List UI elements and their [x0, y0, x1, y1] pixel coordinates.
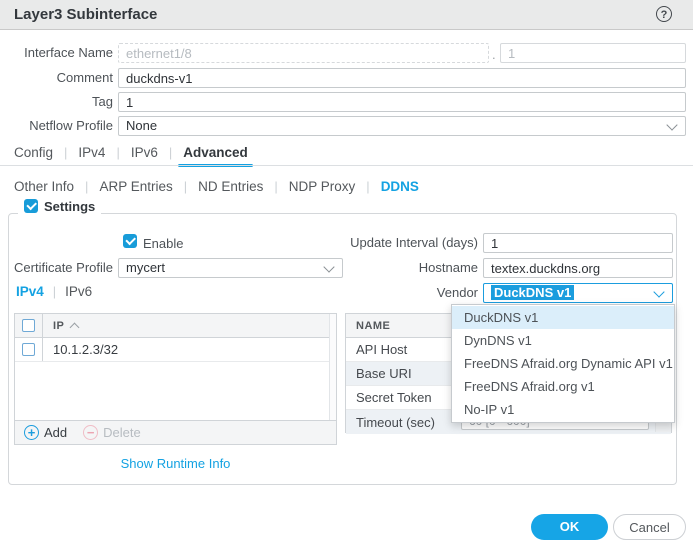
ip-value: 10.1.2.3/32: [53, 342, 118, 357]
tab-ddns-ipv4[interactable]: IPv4: [16, 284, 44, 299]
settings-checkbox[interactable]: [24, 199, 38, 213]
tab-ipv6[interactable]: IPv6: [131, 145, 158, 160]
enable-checkbox[interactable]: [123, 234, 137, 248]
vendor-option-freedns-dynamic-api[interactable]: FreeDNS Afraid.org Dynamic API v1: [452, 352, 674, 375]
name-column-header[interactable]: NAME: [356, 320, 390, 332]
certificate-profile-select[interactable]: mycert: [118, 258, 343, 278]
subtab-ddns[interactable]: DDNS: [381, 179, 419, 194]
ip-table-header: IP: [15, 314, 336, 338]
help-icon[interactable]: ?: [656, 6, 672, 22]
interface-name-separator: .: [492, 47, 496, 62]
vendor-option-freedns[interactable]: FreeDNS Afraid.org v1: [452, 375, 674, 398]
vendor-dropdown-menu: DuckDNS v1 DynDNS v1 FreeDNS Afraid.org …: [451, 304, 675, 423]
hostname-label: Hostname: [380, 258, 478, 278]
interface-name-label: Interface Name: [0, 43, 113, 63]
certificate-profile-label: Certificate Profile: [0, 258, 113, 278]
chevron-down-icon: [323, 261, 334, 272]
ip-table: IP 10.1.2.3/32 Add Delete: [14, 313, 337, 445]
dialog-title: Layer3 Subinterface: [14, 0, 157, 29]
update-interval-input[interactable]: [483, 233, 673, 253]
subtab-arp-entries[interactable]: ARP Entries: [99, 179, 172, 194]
tab-separator: [184, 179, 187, 194]
row-checkbox-cell: [15, 338, 43, 361]
subtab-ndp-proxy[interactable]: NDP Proxy: [289, 179, 356, 194]
tab-separator: [64, 145, 67, 160]
add-icon: [24, 425, 39, 440]
comment-label: Comment: [0, 68, 113, 88]
subinterface-number-input[interactable]: [500, 43, 686, 63]
netflow-profile-label: Netflow Profile: [0, 116, 113, 136]
certificate-profile-value: mycert: [126, 260, 165, 275]
settings-legend-label: Settings: [44, 199, 95, 214]
ip-table-row[interactable]: 10.1.2.3/32: [15, 338, 336, 362]
select-all-cell: [15, 314, 43, 337]
cancel-button[interactable]: Cancel: [613, 514, 686, 540]
ip-version-tabs: IPv4 IPv6: [16, 284, 92, 299]
show-runtime-info-link[interactable]: Show Runtime Info: [14, 456, 337, 471]
advanced-subtabs: Other Info ARP Entries ND Entries NDP Pr…: [14, 179, 419, 194]
vendor-option-dyndns[interactable]: DynDNS v1: [452, 329, 674, 352]
interface-name-input[interactable]: [118, 43, 489, 63]
add-label: Add: [44, 425, 67, 440]
tab-separator: [366, 179, 369, 194]
vendor-label: Vendor: [380, 283, 478, 303]
netflow-profile-value: None: [126, 118, 157, 133]
vendor-select[interactable]: DuckDNS v1: [483, 283, 673, 303]
subtab-other-info[interactable]: Other Info: [14, 179, 74, 194]
delete-label: Delete: [103, 425, 141, 440]
netflow-profile-select[interactable]: None: [118, 116, 686, 136]
vendor-value: DuckDNS v1: [491, 285, 574, 300]
chevron-down-icon: [666, 119, 677, 130]
update-interval-label: Update Interval (days): [320, 233, 478, 253]
vendor-option-duckdns[interactable]: DuckDNS v1: [452, 306, 674, 329]
tabs-divider: [0, 165, 693, 166]
row-checkbox[interactable]: [22, 343, 35, 356]
comment-input[interactable]: [118, 68, 686, 88]
tag-input[interactable]: [118, 92, 686, 112]
ok-button[interactable]: OK: [531, 514, 608, 540]
sort-ascending-icon[interactable]: [70, 322, 80, 332]
tab-ddns-ipv6[interactable]: IPv6: [65, 284, 92, 299]
vendor-option-noip[interactable]: No-IP v1: [452, 398, 674, 421]
tab-advanced[interactable]: Advanced: [183, 145, 248, 160]
main-tabs: Config IPv4 IPv6 Advanced: [14, 145, 248, 160]
chevron-down-icon: [653, 286, 664, 297]
subtab-nd-entries[interactable]: ND Entries: [198, 179, 263, 194]
ip-column-header[interactable]: IP: [53, 320, 64, 332]
hostname-input[interactable]: [483, 258, 673, 278]
tab-separator: [85, 179, 88, 194]
delete-button[interactable]: Delete: [83, 425, 141, 440]
tab-separator: [53, 284, 56, 299]
dialog-titlebar: Layer3 Subinterface ?: [0, 0, 693, 30]
tab-separator: [274, 179, 277, 194]
tab-config[interactable]: Config: [14, 145, 53, 160]
select-all-checkbox[interactable]: [22, 319, 35, 332]
tab-separator: [169, 145, 172, 160]
enable-label: Enable: [143, 234, 183, 254]
ip-table-footer: Add Delete: [15, 420, 336, 444]
tab-separator: [116, 145, 119, 160]
ip-table-scrollbar-gutter[interactable]: [329, 314, 336, 421]
tag-label: Tag: [0, 92, 113, 112]
layer3-subinterface-dialog: Layer3 Subinterface ? Interface Name . C…: [0, 0, 693, 556]
tab-ipv4[interactable]: IPv4: [78, 145, 105, 160]
settings-legend: Settings: [18, 198, 101, 214]
add-button[interactable]: Add: [24, 425, 67, 440]
delete-icon: [83, 425, 98, 440]
